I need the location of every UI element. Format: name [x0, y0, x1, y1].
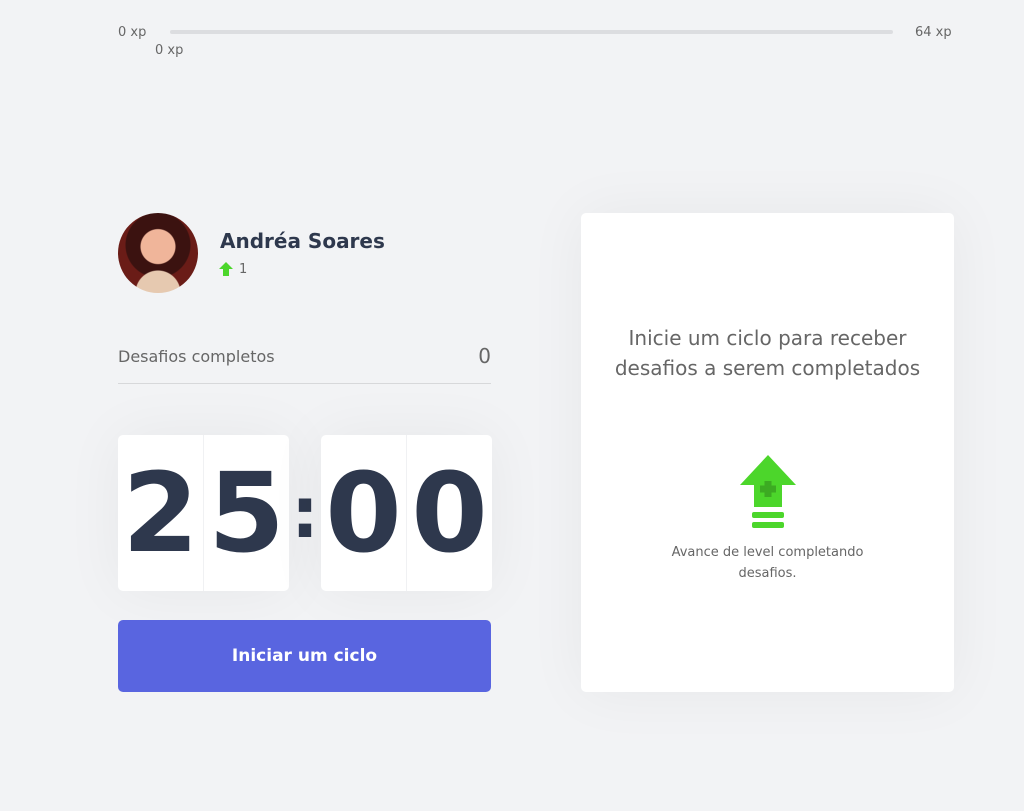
- start-cycle-button[interactable]: Iniciar um ciclo: [118, 620, 491, 692]
- countdown-separator: :: [291, 472, 319, 554]
- xp-max-label: 64 xp: [915, 25, 952, 40]
- countdown-second-ones: 0: [406, 435, 492, 591]
- xp-current-label: 0 xp: [155, 43, 184, 58]
- challenges-completed-label: Desafios completos: [118, 347, 275, 366]
- countdown-minute-ones: 5: [203, 435, 289, 591]
- countdown-seconds: 0 0: [321, 435, 492, 591]
- profile-level: 1: [239, 262, 248, 277]
- challenge-box-hint: Avance de level completando desafios.: [671, 545, 864, 581]
- challenge-box-title: Inicie um ciclo para receber desafios a …: [614, 326, 921, 380]
- level-up-icon: [740, 455, 796, 528]
- countdown-second-tens: 0: [325, 449, 402, 577]
- countdown-minutes: 2 5: [118, 435, 289, 591]
- app-page: 0 xp 0 xp 64 xp Andréa Soares 1 Desafios…: [0, 0, 1024, 811]
- challenge-box: Inicie um ciclo para receber desafios a …: [581, 213, 954, 692]
- avatar: [118, 213, 198, 293]
- level-up-arrow-icon: [219, 262, 233, 276]
- divider: [118, 383, 491, 384]
- countdown-minute-tens: 2: [122, 449, 199, 577]
- xp-progress-track: [170, 30, 893, 34]
- xp-min-label: 0 xp: [118, 25, 147, 40]
- profile-name: Andréa Soares: [220, 229, 385, 253]
- challenges-completed-value: 0: [478, 344, 491, 368]
